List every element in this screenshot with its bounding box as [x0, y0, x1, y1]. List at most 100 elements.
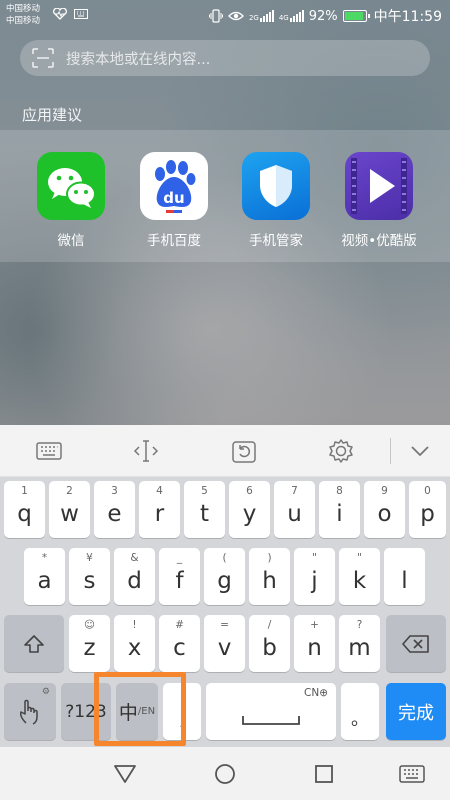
- key-e[interactable]: 3e: [94, 481, 135, 538]
- backspace-key[interactable]: [386, 615, 446, 672]
- comma-label: ,: [179, 709, 185, 730]
- key-p[interactable]: 0p: [409, 481, 446, 538]
- comma-key[interactable]: ,: [163, 683, 201, 740]
- space-lang-label: CN⊕: [304, 687, 328, 699]
- network-type-1: 2G: [248, 14, 259, 22]
- search-input[interactable]: 搜索本地或在线内容...: [66, 48, 210, 69]
- key-b[interactable]: / b: [249, 615, 290, 672]
- key-sub-label: *: [41, 552, 48, 564]
- key-sub-label: /: [267, 619, 272, 631]
- key-r[interactable]: 4r: [139, 481, 180, 538]
- key-sub-label: 1: [21, 485, 28, 497]
- key-u[interactable]: 7u: [274, 481, 315, 538]
- key-v[interactable]: = v: [204, 615, 245, 672]
- period-key[interactable]: 。: [341, 683, 379, 740]
- keyboard-switch-icon[interactable]: [34, 437, 64, 465]
- key-sub-label: ): [267, 552, 272, 564]
- key-label: y: [242, 500, 257, 527]
- recents-square-icon[interactable]: [310, 760, 338, 788]
- video-youku-icon[interactable]: [345, 152, 413, 220]
- battery-percent: 92%: [308, 8, 338, 24]
- key-z[interactable]: ☺ z: [69, 615, 110, 672]
- vibrate-icon: [208, 9, 223, 23]
- wechat-icon[interactable]: [37, 152, 105, 220]
- key-label: g: [217, 567, 232, 594]
- key-label: b: [262, 634, 277, 661]
- key-label: f: [175, 567, 184, 594]
- key-label: o: [377, 500, 392, 527]
- key-l[interactable]: l: [384, 548, 425, 605]
- carrier-info: 中国移动 中国移动: [6, 3, 40, 27]
- health-heart-icon: [53, 8, 67, 20]
- language-switch-key[interactable]: 中/EN: [116, 683, 158, 740]
- signal-icon-1: [259, 10, 274, 22]
- key-t[interactable]: 5t: [184, 481, 225, 538]
- key-sub-label: 2: [66, 485, 73, 497]
- back-triangle-icon[interactable]: [111, 760, 139, 788]
- toolbar-divider: [390, 438, 391, 464]
- key-n[interactable]: + n: [294, 615, 335, 672]
- key-o[interactable]: 9o: [364, 481, 405, 538]
- app-baidu[interactable]: du 手机百度: [124, 152, 224, 249]
- key-i[interactable]: 8i: [319, 481, 360, 538]
- app-wechat[interactable]: 微信: [21, 152, 121, 249]
- cursor-move-icon[interactable]: [131, 437, 161, 465]
- shift-arrow-icon: [24, 634, 44, 653]
- key-c[interactable]: # c: [159, 615, 200, 672]
- key-h[interactable]: ) h: [249, 548, 290, 605]
- baidu-icon[interactable]: du: [140, 152, 208, 220]
- key-label: u: [287, 500, 302, 527]
- eye-comfort-icon: [228, 11, 244, 21]
- key-sub-label: 9: [381, 485, 388, 497]
- signal-icon-2: [289, 10, 304, 22]
- key-label: d: [127, 567, 142, 594]
- key-w[interactable]: 2w: [49, 481, 90, 538]
- numbers-key[interactable]: ?123: [61, 683, 111, 740]
- carrier-2: 中国移动: [6, 16, 41, 26]
- home-circle-icon[interactable]: [211, 760, 239, 788]
- key-label: k: [352, 567, 367, 594]
- keyboard-hide-icon[interactable]: [398, 760, 426, 788]
- space-key[interactable]: CN⊕: [206, 683, 336, 740]
- key-y[interactable]: 6y: [229, 481, 270, 538]
- key-label: j: [311, 567, 318, 594]
- key-sub-label: &: [130, 552, 139, 564]
- shift-key[interactable]: [4, 615, 64, 672]
- app-video-youku[interactable]: 视频•优酷版: [329, 152, 429, 249]
- settings-gear-icon[interactable]: [326, 437, 356, 465]
- scan-icon[interactable]: [32, 48, 54, 68]
- key-sub-label: +: [310, 619, 319, 631]
- key-d[interactable]: & d: [114, 548, 155, 605]
- app-label-video-youku: 视频•优酷版: [341, 233, 417, 249]
- phone-manager-icon[interactable]: [242, 152, 310, 220]
- clock: 中午11:59: [373, 9, 442, 25]
- key-g[interactable]: (g: [204, 548, 245, 605]
- key-a[interactable]: * a: [24, 548, 65, 605]
- key-s[interactable]: ¥ s: [69, 548, 110, 605]
- key-sub-label: 8: [336, 485, 343, 497]
- key-k[interactable]: " k: [339, 548, 380, 605]
- key-sub-label: ": [312, 552, 317, 564]
- key-q[interactable]: 1q: [4, 481, 45, 538]
- key-label: q: [17, 500, 32, 527]
- done-button[interactable]: 完成: [386, 683, 446, 740]
- clipboard-icon[interactable]: [229, 437, 259, 465]
- gear-small-icon: ⚙: [41, 687, 50, 697]
- key-x[interactable]: ! x: [114, 615, 155, 672]
- key-sub-label: 7: [291, 485, 298, 497]
- status-icons-left: [52, 8, 88, 20]
- key-f[interactable]: _ f: [159, 548, 200, 605]
- lang-main-label: 中: [118, 702, 138, 724]
- key-sub-label: 0: [424, 485, 431, 497]
- key-j[interactable]: " j: [294, 548, 335, 605]
- collapse-chevron-down-icon[interactable]: [405, 437, 435, 465]
- app-phone-manager[interactable]: 手机管家: [226, 152, 326, 249]
- key-sub-label: ¥: [86, 552, 93, 564]
- period-label: 。: [351, 708, 369, 730]
- search-bar[interactable]: 搜索本地或在线内容...: [20, 40, 430, 76]
- key-sub-label: ☺: [84, 619, 95, 631]
- network-type-2: 4G: [278, 14, 289, 22]
- key-m[interactable]: ? m: [339, 615, 380, 672]
- key-label: w: [60, 500, 79, 527]
- gesture-input-key[interactable]: ⚙: [4, 683, 56, 740]
